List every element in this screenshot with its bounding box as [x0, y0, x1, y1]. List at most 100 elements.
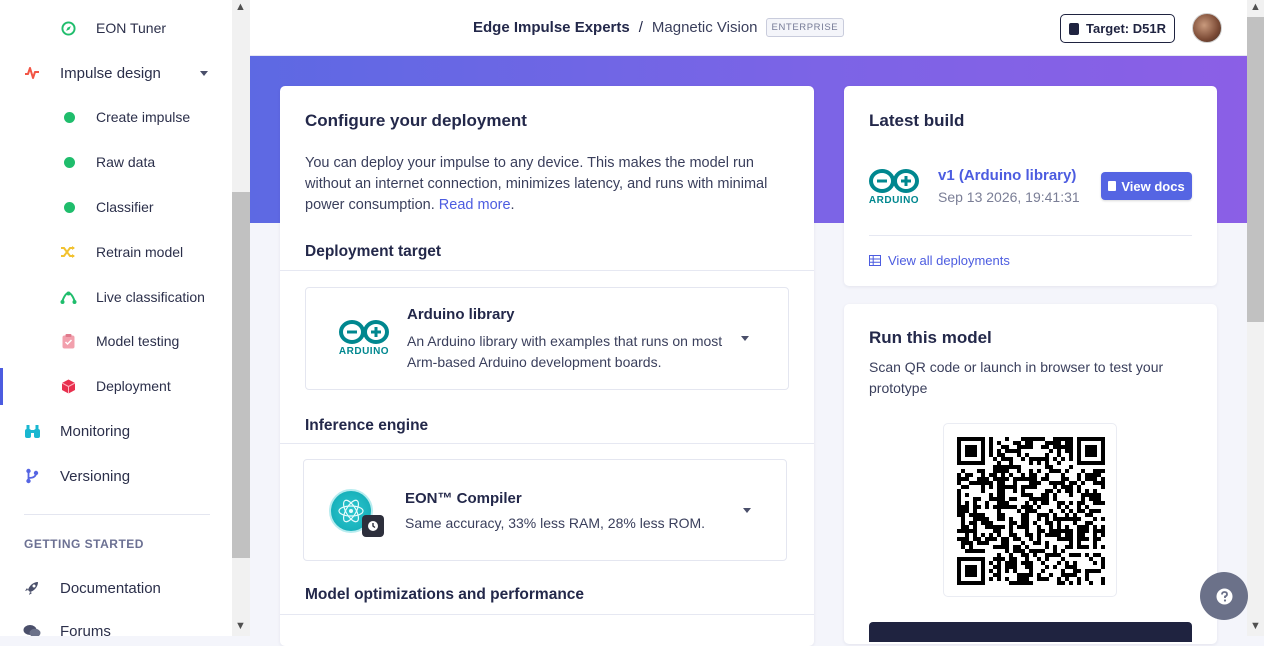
help-button[interactable] — [1200, 572, 1248, 620]
getting-started-heading: GETTING STARTED — [24, 537, 144, 551]
inference-engine-name: EON™ Compiler — [405, 490, 522, 507]
sidebar-item-create-impulse[interactable]: Create impulse — [0, 97, 232, 137]
sidebar-divider — [24, 514, 210, 515]
chevron-down-icon[interactable] — [743, 508, 751, 513]
sidebar: EON Tuner Impulse design Create impulse … — [0, 0, 250, 636]
arduino-logo: ARDUINO — [338, 319, 390, 357]
sidebar-item-forums[interactable]: Forums — [0, 611, 232, 636]
sidebar-item-documentation[interactable]: Documentation — [0, 568, 232, 608]
target-device-button[interactable]: Target: D51R — [1060, 14, 1175, 43]
document-icon — [1108, 181, 1117, 191]
arduino-logo-text: ARDUINO — [868, 195, 920, 206]
sidebar-item-label: Forums — [60, 622, 111, 637]
sidebar-scrollbar-thumb[interactable] — [232, 192, 250, 558]
view-all-deployments-link[interactable]: View all deployments — [869, 253, 1010, 268]
divider — [280, 614, 814, 615]
scroll-up-icon[interactable]: ▲ — [1250, 1, 1261, 13]
breadcrumb-separator: / — [638, 19, 643, 36]
model-optimizations-heading: Model optimizations and performance — [305, 586, 585, 603]
clipboard-icon — [59, 332, 77, 350]
qr-code — [943, 423, 1117, 597]
breadcrumb-org[interactable]: Edge Impulse Experts — [473, 19, 630, 36]
active-indicator — [0, 368, 3, 405]
breadcrumb-project[interactable]: Magnetic Vision — [652, 19, 758, 36]
divider — [280, 443, 814, 444]
run-model-title: Run this model — [869, 328, 992, 347]
run-model-description: Scan QR code or launch in browser to tes… — [869, 359, 1164, 396]
scroll-up-icon[interactable]: ▲ — [235, 1, 246, 13]
sidebar-item-label: Classifier — [96, 199, 154, 215]
sidebar-item-label: Documentation — [60, 579, 161, 597]
sidebar-item-label: Versioning — [60, 467, 131, 485]
launch-in-browser-button[interactable] — [869, 622, 1192, 642]
arduino-logo-text: ARDUINO — [338, 346, 390, 357]
latest-build-title: Latest build — [869, 111, 965, 130]
scroll-down-icon[interactable]: ▼ — [1250, 620, 1261, 632]
arduino-logo: ARDUINO — [868, 168, 920, 206]
sidebar-item-label: Impulse design — [60, 64, 161, 82]
sidebar-item-label: Deployment — [96, 378, 171, 394]
inference-engine-heading: Inference engine — [305, 417, 429, 434]
deployment-target-description: An Arduino library with examples that ru… — [407, 333, 723, 370]
branch-icon — [23, 467, 41, 485]
sidebar-item-label: Retrain model — [96, 244, 184, 260]
question-icon — [1216, 588, 1232, 604]
divider — [280, 270, 814, 271]
dot-icon — [60, 108, 78, 126]
sidebar-item-versioning[interactable]: Versioning — [0, 456, 232, 496]
sidebar-item-retrain-model[interactable]: Retrain model — [0, 232, 232, 272]
scroll-down-icon[interactable]: ▼ — [235, 620, 246, 632]
build-date: Sep 13 2026, 19:41:31 — [938, 189, 1080, 205]
top-header: Edge Impulse Experts / Magnetic Vision E… — [250, 0, 1247, 56]
enterprise-badge: ENTERPRISE — [765, 18, 845, 37]
sidebar-scrollbar[interactable]: ▲ ▼ — [232, 0, 250, 636]
configure-description: You can deploy your impulse to any devic… — [305, 153, 795, 216]
sidebar-item-eon-tuner[interactable]: EON Tuner — [0, 8, 232, 48]
avatar[interactable] — [1192, 13, 1222, 43]
inference-engine-description: Same accuracy, 33% less RAM, 28% less RO… — [405, 515, 706, 531]
read-more-suffix: . — [510, 197, 515, 213]
sidebar-item-raw-data[interactable]: Raw data — [0, 142, 232, 182]
eon-tuner-icon — [59, 19, 77, 37]
view-docs-button[interactable]: View docs — [1101, 172, 1192, 200]
sidebar-item-monitoring[interactable]: Monitoring — [0, 411, 232, 451]
table-icon — [869, 255, 881, 266]
binoculars-icon — [23, 422, 41, 440]
rocket-icon — [23, 579, 41, 597]
read-more-link[interactable]: Read more — [439, 197, 511, 213]
clock-icon — [362, 515, 384, 537]
deployment-target-name: Arduino library — [407, 306, 515, 323]
main-scrollbar-thumb[interactable] — [1247, 17, 1264, 322]
main-scrollbar[interactable]: ▲ ▼ — [1247, 0, 1264, 636]
sidebar-item-label: Model testing — [96, 333, 180, 349]
chevron-down-icon — [200, 71, 208, 76]
live-icon — [59, 288, 77, 306]
sidebar-item-label: Live classification — [96, 289, 205, 305]
qr-code-image — [957, 437, 1105, 585]
sidebar-item-label: Create impulse — [96, 109, 191, 125]
breadcrumb: Edge Impulse Experts / Magnetic Vision E… — [473, 18, 845, 37]
build-name-link[interactable]: v1 (Arduino library) — [938, 167, 1076, 184]
sidebar-item-label: EON Tuner — [96, 20, 167, 36]
configure-description-text: You can deploy your impulse to any devic… — [305, 155, 768, 213]
inference-engine-select[interactable] — [303, 459, 787, 561]
target-label: Target: D51R — [1086, 21, 1166, 36]
sidebar-item-deployment[interactable]: Deployment — [0, 366, 232, 406]
view-docs-label: View docs — [1121, 178, 1185, 194]
dot-icon — [60, 198, 78, 216]
sidebar-item-model-testing[interactable]: Model testing — [0, 321, 232, 361]
configure-title: Configure your deployment — [305, 111, 527, 130]
sidebar-item-live-classification[interactable]: Live classification — [0, 277, 232, 317]
dot-icon — [60, 153, 78, 171]
cube-icon — [59, 377, 77, 395]
impulse-design-icon — [23, 64, 41, 82]
sidebar-item-impulse-design[interactable]: Impulse design — [0, 53, 232, 93]
sidebar-item-label: Raw data — [96, 154, 156, 170]
sidebar-item-classifier[interactable]: Classifier — [0, 187, 232, 227]
chevron-down-icon[interactable] — [741, 336, 749, 341]
chip-icon — [1069, 22, 1080, 35]
deployment-target-heading: Deployment target — [305, 243, 442, 260]
view-all-deployments-label: View all deployments — [888, 253, 1010, 268]
divider — [869, 235, 1192, 236]
chat-icon — [23, 622, 41, 636]
